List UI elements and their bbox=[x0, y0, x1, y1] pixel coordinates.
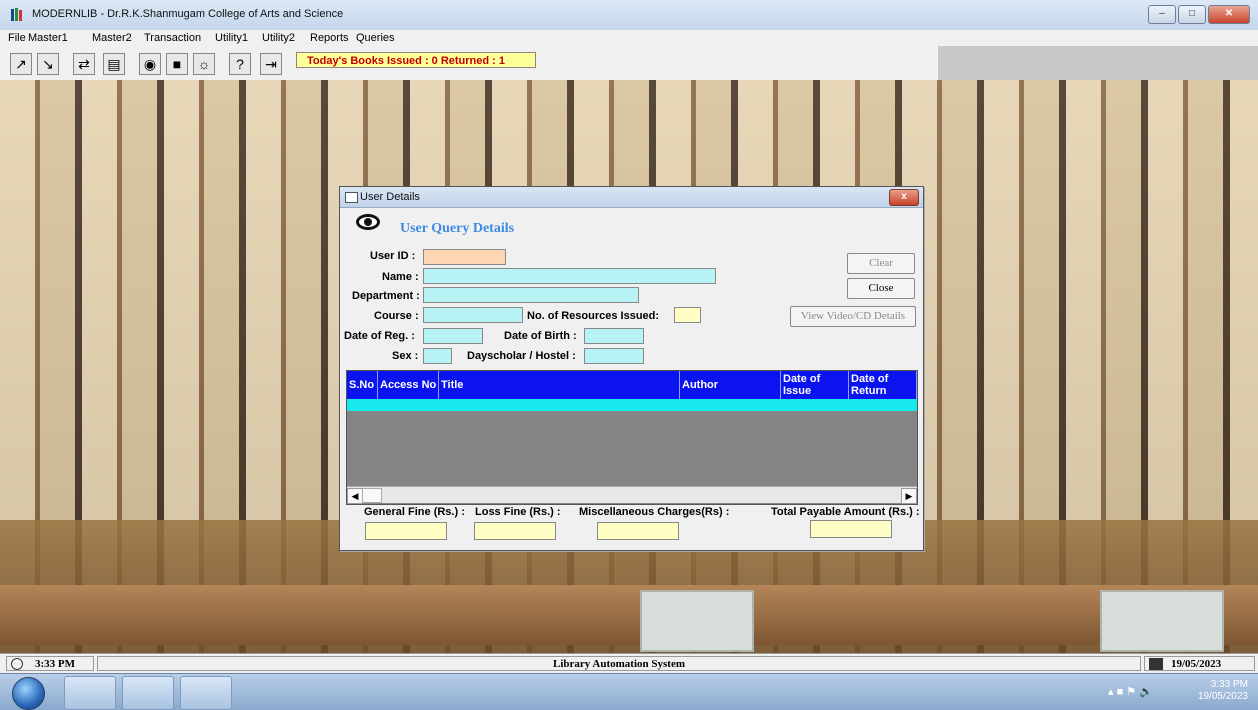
window-icon bbox=[345, 192, 358, 203]
column-header-access-no[interactable]: Access No bbox=[378, 371, 439, 399]
scroll-left-icon[interactable]: ◀ bbox=[347, 488, 363, 504]
taskbar-clock[interactable]: 3:33 PM 19/05/2023 bbox=[1198, 679, 1248, 703]
scroll-thumb[interactable] bbox=[362, 488, 382, 503]
taskbar-clock-date: 19/05/2023 bbox=[1197, 691, 1248, 702]
books-icon bbox=[10, 7, 24, 22]
department-field[interactable] bbox=[423, 287, 639, 303]
clear-button[interactable]: Clear bbox=[847, 253, 915, 274]
user-details-dialog: User Details x User Query Details User I… bbox=[339, 186, 924, 551]
department-label: Department : bbox=[352, 290, 420, 302]
calendar-icon bbox=[1149, 658, 1163, 670]
book-in-icon[interactable]: ↗ bbox=[10, 53, 32, 75]
date-of-registration-field[interactable] bbox=[423, 328, 483, 344]
date-of-birth-field[interactable] bbox=[584, 328, 644, 344]
today-status: Today's Books Issued : 0 Returned : 1 bbox=[296, 52, 536, 68]
view-video-cd-details-button[interactable]: View Video/CD Details bbox=[790, 306, 916, 327]
sex-label: Sex : bbox=[392, 350, 419, 362]
menu-master1[interactable]: Master1 bbox=[28, 32, 68, 44]
menu-file[interactable]: File bbox=[8, 32, 26, 44]
menu-utility1[interactable]: Utility1 bbox=[215, 32, 248, 44]
general-fine-field[interactable] bbox=[365, 522, 447, 540]
modernlib-taskbar-icon[interactable] bbox=[64, 676, 116, 710]
background-monitor bbox=[640, 590, 754, 652]
column-header-author[interactable]: Author bbox=[680, 371, 781, 399]
window-titlebar: MODERNLIB - Dr.R.K.Shanmugam College of … bbox=[0, 0, 1258, 31]
minimize-button[interactable]: – bbox=[1148, 5, 1176, 24]
eye-icon[interactable]: ◉ bbox=[139, 53, 161, 75]
name-label: Name : bbox=[382, 271, 419, 283]
eye-icon bbox=[356, 214, 380, 230]
window-title: MODERNLIB - Dr.R.K.Shanmugam College of … bbox=[32, 8, 344, 20]
name-field[interactable] bbox=[423, 268, 716, 284]
maximize-button[interactable]: □ bbox=[1178, 5, 1206, 24]
background-monitor bbox=[1100, 590, 1224, 652]
date-of-registration-label: Date of Reg. : bbox=[344, 330, 415, 342]
dayscholar-field[interactable] bbox=[584, 348, 644, 364]
file-explorer-taskbar-icon[interactable] bbox=[122, 676, 174, 710]
user-id-field[interactable] bbox=[423, 249, 506, 265]
resources-label: No. of Resources Issued: bbox=[527, 310, 660, 322]
taskbar-clock-time: 3:33 PM bbox=[1210, 679, 1248, 690]
dialog-heading: User Query Details bbox=[400, 221, 515, 236]
toolbar-empty-area bbox=[938, 46, 1258, 80]
course-field[interactable] bbox=[423, 307, 523, 323]
menu-master2[interactable]: Master2 bbox=[92, 32, 132, 44]
total-payable-field[interactable] bbox=[810, 520, 892, 538]
sex-field[interactable] bbox=[423, 348, 452, 364]
table-row[interactable] bbox=[347, 399, 917, 411]
total-payable-label: Total Payable Amount (Rs.) : bbox=[771, 506, 920, 518]
column-header-title[interactable]: Title bbox=[439, 371, 680, 399]
misc-charges-label: Miscellaneous Charges(Rs) : bbox=[579, 506, 730, 518]
book-out-icon[interactable]: ↘ bbox=[37, 53, 59, 75]
start-button[interactable] bbox=[12, 677, 45, 710]
system-tray-icons[interactable]: ▴ ■ ⚑ 🔈 bbox=[1108, 685, 1178, 699]
date-of-birth-label: Date of Birth : bbox=[504, 330, 577, 342]
background-desk bbox=[0, 585, 1258, 645]
menu-transaction[interactable]: Transaction bbox=[144, 32, 201, 44]
globe-icon[interactable]: ☼ bbox=[193, 53, 215, 75]
toolbar: ↗ ↘ ⇄ ▤ ◉ ■ ☼ ? ⇥ bbox=[0, 46, 1258, 81]
help-icon[interactable]: ? bbox=[229, 53, 251, 75]
application-taskbar-icon[interactable] bbox=[180, 676, 232, 710]
issued-books-grid: S.No Access No Title Author Date of Issu… bbox=[346, 370, 918, 505]
book-icon[interactable]: ■ bbox=[166, 53, 188, 75]
course-label: Course : bbox=[374, 310, 419, 322]
menubar: File Master1 Master2 Transaction Utility… bbox=[0, 30, 1258, 46]
dialog-close-button[interactable]: x bbox=[889, 189, 919, 206]
menu-utility2[interactable]: Utility2 bbox=[262, 32, 295, 44]
column-header-date-of-return[interactable]: Date of Return bbox=[849, 371, 917, 399]
scroll-right-icon[interactable]: ▶ bbox=[901, 488, 917, 504]
dialog-title: User Details bbox=[360, 191, 420, 203]
user-id-label: User ID : bbox=[370, 250, 416, 262]
general-fine-label: General Fine (Rs.) : bbox=[364, 506, 465, 518]
taskbar: 3:33 PM 19/05/2023 ▴ ■ ⚑ 🔈 bbox=[0, 673, 1258, 710]
statusbar: 3:33 PM Library Automation System 19/05/… bbox=[0, 653, 1258, 674]
transfer-icon[interactable]: ⇄ bbox=[73, 53, 95, 75]
dialog-titlebar: User Details x bbox=[340, 187, 923, 208]
exit-icon[interactable]: ⇥ bbox=[260, 53, 282, 75]
resources-field[interactable] bbox=[674, 307, 701, 323]
misc-charges-field[interactable] bbox=[597, 522, 679, 540]
column-header-date-of-issue[interactable]: Date of Issue bbox=[781, 371, 849, 399]
menu-queries[interactable]: Queries bbox=[356, 32, 395, 44]
column-header-sno[interactable]: S.No bbox=[347, 371, 378, 399]
close-window-button[interactable]: ✕ bbox=[1208, 5, 1250, 24]
loss-fine-field[interactable] bbox=[474, 522, 556, 540]
close-button[interactable]: Close bbox=[847, 278, 915, 299]
report-icon[interactable]: ▤ bbox=[103, 53, 125, 75]
loss-fine-label: Loss Fine (Rs.) : bbox=[475, 506, 561, 518]
horizontal-scrollbar[interactable]: ◀ ▶ bbox=[347, 486, 917, 504]
clock-icon bbox=[11, 658, 23, 670]
grid-header: S.No Access No Title Author Date of Issu… bbox=[347, 371, 917, 399]
dayscholar-label: Dayscholar / Hostel : bbox=[467, 350, 576, 362]
status-system-name: Library Automation System bbox=[97, 656, 1141, 671]
menu-reports[interactable]: Reports bbox=[310, 32, 349, 44]
